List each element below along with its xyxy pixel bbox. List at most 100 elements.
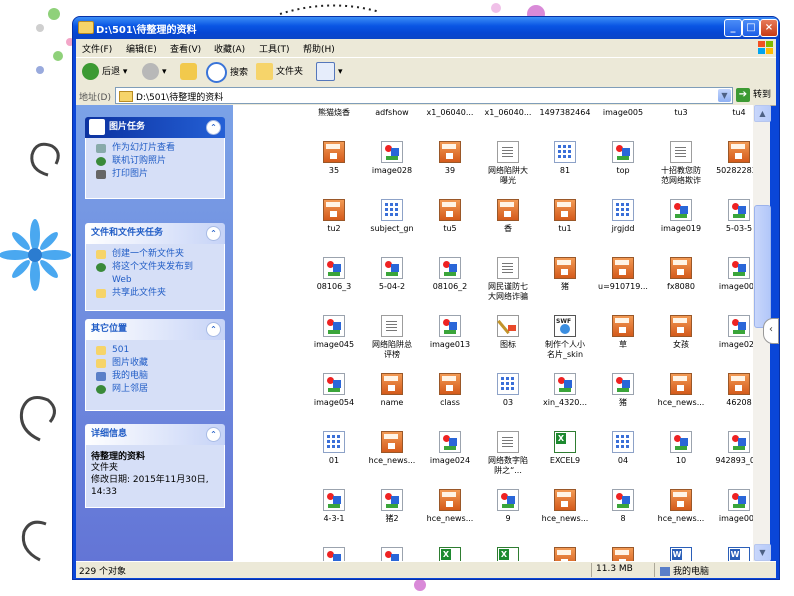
file-item[interactable]: 03: [479, 373, 537, 408]
up-folder-button[interactable]: [180, 62, 200, 82]
file-tasks-header[interactable]: 文件和文件夹任务 ⌃: [85, 223, 225, 244]
file-item[interactable]: 猪: [594, 373, 652, 408]
forward-button[interactable]: ▾: [142, 62, 167, 82]
collapse-icon[interactable]: ⌃: [206, 427, 221, 442]
file-item[interactable]: image028: [363, 141, 421, 176]
publish-web-link[interactable]: 将这个文件夹发布到: [96, 261, 224, 274]
new-folder-link[interactable]: 创建一个新文件夹: [96, 248, 224, 261]
place-my-computer[interactable]: 我的电脑: [96, 370, 224, 383]
details-header[interactable]: 详细信息 ⌃: [85, 424, 225, 445]
collapse-icon[interactable]: ⌃: [206, 120, 221, 135]
file-item[interactable]: [594, 547, 652, 561]
file-item[interactable]: EXCEL9: [536, 431, 594, 466]
title-bar[interactable]: D:\501\待整理的资料 _ □ ×: [73, 17, 779, 39]
slideshow-link[interactable]: 作为幻灯片查看: [96, 142, 224, 155]
place-network[interactable]: 网上邻居: [96, 383, 224, 396]
close-button[interactable]: ×: [760, 19, 778, 37]
file-item[interactable]: jrgjdd: [594, 199, 652, 234]
file-item[interactable]: image007: [710, 489, 753, 524]
file-item[interactable]: 网络陷阱总 评榜: [363, 315, 421, 360]
file-item[interactable]: top: [594, 141, 652, 176]
chevron-down-icon[interactable]: ▼: [718, 89, 731, 102]
file-item[interactable]: [710, 547, 753, 561]
file-item[interactable]: tu3: [652, 108, 710, 118]
file-item[interactable]: [363, 547, 421, 561]
file-item[interactable]: 942893_0...: [710, 431, 753, 466]
file-item[interactable]: 46208: [710, 373, 753, 408]
file-item[interactable]: 1497382464: [536, 108, 594, 118]
file-item[interactable]: 网络陷阱大 曝光: [479, 141, 537, 186]
file-item[interactable]: class: [421, 373, 479, 408]
order-prints-link[interactable]: 联机订购照片: [96, 155, 224, 168]
collapse-icon[interactable]: ⌃: [206, 226, 221, 241]
file-item[interactable]: u=910719...: [594, 257, 652, 292]
file-item[interactable]: fx8080: [652, 257, 710, 292]
menu-favorites[interactable]: 收藏(A): [214, 42, 245, 55]
file-item[interactable]: 图标: [479, 315, 537, 350]
file-item[interactable]: tu5: [421, 199, 479, 234]
share-folder-link[interactable]: 共享此文件夹: [96, 287, 224, 300]
file-item[interactable]: [536, 547, 594, 561]
file-item[interactable]: 草: [594, 315, 652, 350]
file-item[interactable]: 502822838: [710, 141, 753, 176]
file-item[interactable]: 10: [652, 431, 710, 466]
scroll-up-icon[interactable]: ▲: [754, 105, 771, 122]
file-item[interactable]: 35: [305, 141, 363, 176]
menu-file[interactable]: 文件(F): [82, 42, 112, 55]
back-button[interactable]: 后退 ▾: [82, 62, 127, 82]
file-item[interactable]: adfshow: [363, 108, 421, 118]
file-item[interactable]: name: [363, 373, 421, 408]
file-item[interactable]: 8: [594, 489, 652, 524]
file-item[interactable]: 08106_3: [305, 257, 363, 292]
search-button[interactable]: 搜索: [206, 62, 248, 83]
place-my-pictures[interactable]: 图片收藏: [96, 357, 224, 370]
file-item[interactable]: image019: [652, 199, 710, 234]
file-item[interactable]: hce_news...: [652, 373, 710, 408]
menu-edit[interactable]: 编辑(E): [126, 42, 157, 55]
file-item[interactable]: 9: [479, 489, 537, 524]
collapse-icon[interactable]: ⌃: [206, 322, 221, 337]
file-item[interactable]: image001: [710, 257, 753, 292]
file-item[interactable]: hce_news...: [652, 489, 710, 524]
file-item[interactable]: [305, 547, 363, 561]
file-item[interactable]: 01: [305, 431, 363, 466]
folders-button[interactable]: 文件夹: [256, 62, 303, 82]
maximize-button[interactable]: □: [742, 19, 760, 37]
file-item[interactable]: 网络数字陷 阱之“...: [479, 431, 537, 476]
menu-help[interactable]: 帮助(H): [303, 42, 335, 55]
file-item[interactable]: 4-3-1: [305, 489, 363, 524]
file-item[interactable]: 十招教您防 范网络欺诈: [652, 141, 710, 186]
file-item[interactable]: x1_06040...: [479, 108, 537, 118]
file-item[interactable]: tu2: [305, 199, 363, 234]
file-item[interactable]: 5-04-2: [363, 257, 421, 292]
views-button[interactable]: ▾: [316, 62, 343, 82]
address-input[interactable]: D:\501\待整理的资料 ▼: [115, 87, 733, 104]
minimize-button[interactable]: _: [724, 19, 742, 37]
file-item[interactable]: [652, 547, 710, 561]
file-item[interactable]: 女孩: [652, 315, 710, 350]
file-item[interactable]: hce_news...: [421, 489, 479, 524]
file-item[interactable]: 熊猫烧香: [305, 108, 363, 118]
file-item[interactable]: [479, 547, 537, 561]
picture-tasks-header[interactable]: 图片任务 ⌃: [85, 117, 225, 138]
place-501[interactable]: 501: [96, 344, 224, 357]
print-pictures-link[interactable]: 打印图片: [96, 168, 224, 181]
file-item[interactable]: xin_4320...: [536, 373, 594, 408]
file-item[interactable]: hce_news...: [363, 431, 421, 466]
file-item[interactable]: 制作个人小 名片_skin: [536, 315, 594, 360]
file-item[interactable]: 网民谨防七 大网络诈骗: [479, 257, 537, 302]
file-item[interactable]: 39: [421, 141, 479, 176]
file-item[interactable]: [421, 547, 479, 561]
menu-tools[interactable]: 工具(T): [259, 42, 290, 55]
scroll-down-icon[interactable]: ▼: [754, 544, 771, 561]
file-item[interactable]: 猪: [536, 257, 594, 292]
go-button[interactable]: ➔ 转到: [736, 87, 771, 103]
menu-view[interactable]: 查看(V): [170, 42, 201, 55]
publish-web-link-cont[interactable]: Web: [96, 274, 224, 287]
file-item[interactable]: 04: [594, 431, 652, 466]
file-item[interactable]: 5-03-5: [710, 199, 753, 234]
file-item[interactable]: 猪2: [363, 489, 421, 524]
file-item[interactable]: 香: [479, 199, 537, 234]
file-item[interactable]: hce_news...: [536, 489, 594, 524]
file-item[interactable]: 08106_2: [421, 257, 479, 292]
